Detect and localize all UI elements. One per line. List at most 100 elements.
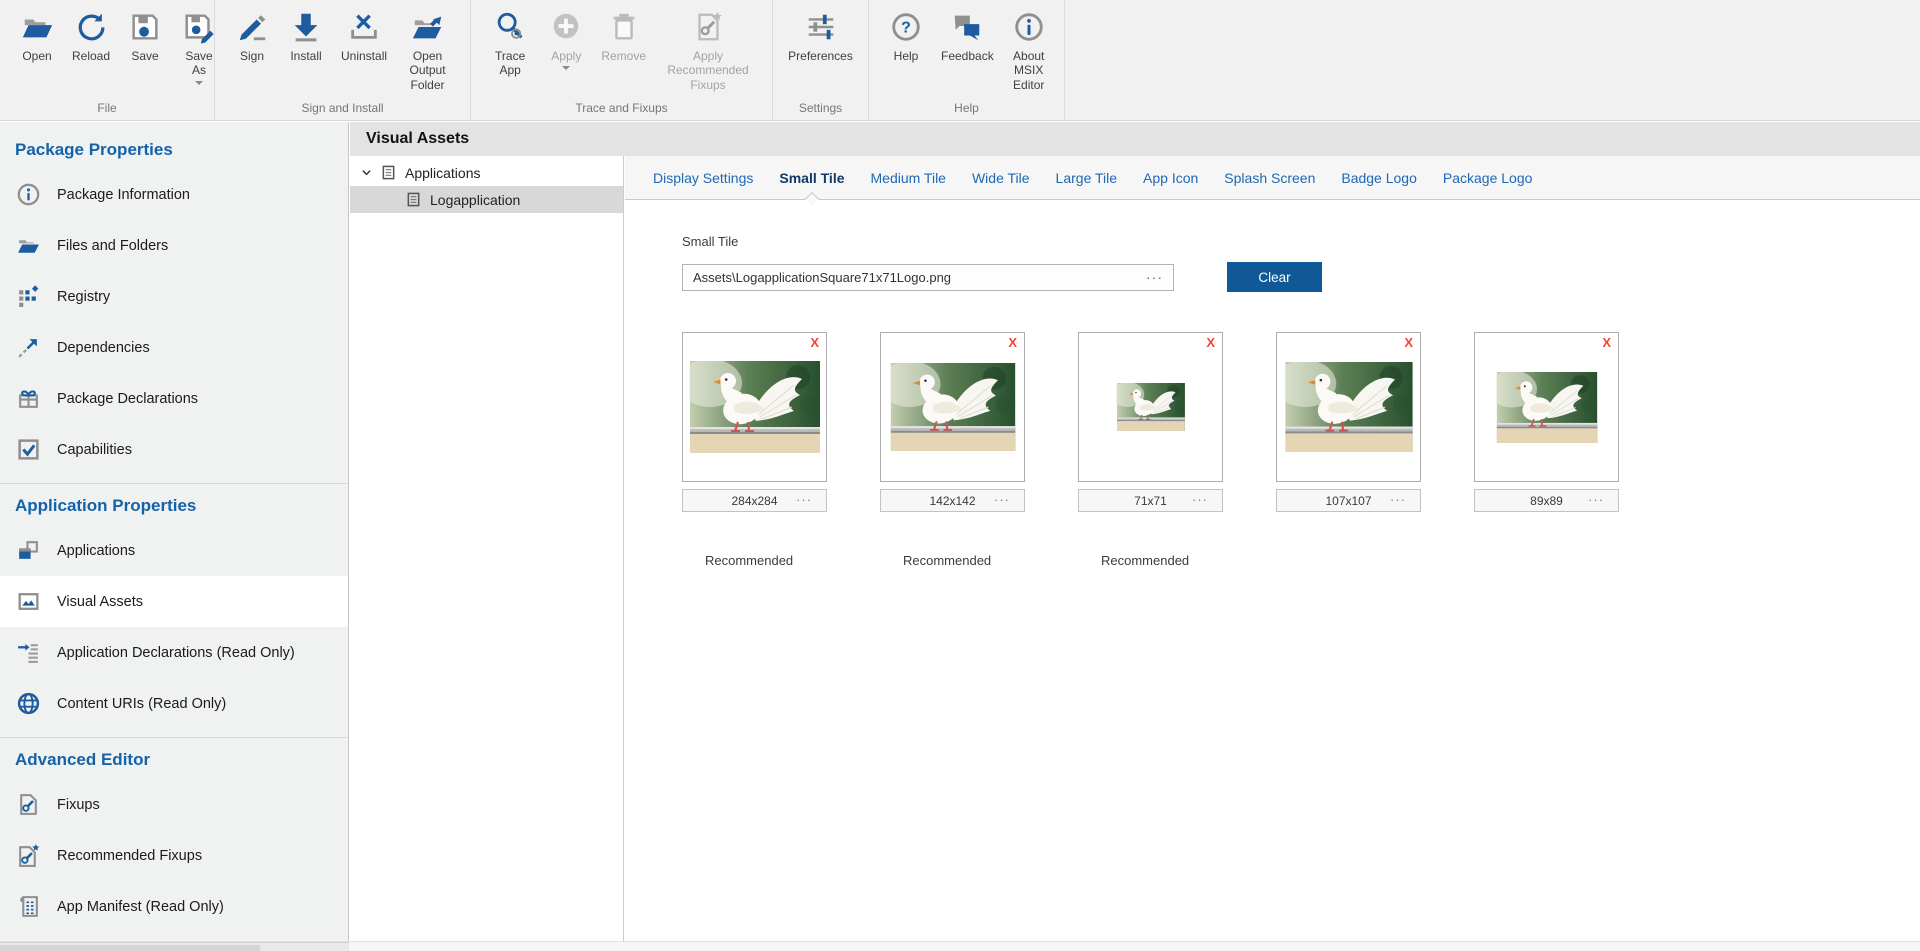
tile-ellipsis-button[interactable]: ···	[796, 492, 812, 507]
sidebar-item-package-declarations[interactable]: Package Declarations	[0, 373, 348, 424]
open-button[interactable]: Open	[10, 6, 64, 65]
sidebar-item-label: Package Declarations	[57, 391, 198, 407]
remove-trash-icon	[605, 8, 643, 46]
sidebar-item-label: App Manifest (Read Only)	[57, 899, 224, 915]
apply-dropdown-chevron-icon[interactable]	[562, 66, 570, 70]
sidebar-item-registry[interactable]: Registry	[0, 271, 348, 322]
small-tile-panel: Small Tile Assets\LogapplicationSquare71…	[625, 200, 1920, 570]
recommended-labels: Recommended Recommended Recommended	[682, 552, 1920, 570]
feedback-icon	[948, 8, 986, 46]
bottom-scrollbar-area	[0, 941, 1920, 951]
sidebar-item-label: Dependencies	[57, 340, 150, 356]
recommended-label: Recommended	[1078, 553, 1189, 568]
tree-node-applications[interactable]: Applications	[350, 159, 623, 186]
applications-icon	[15, 538, 41, 564]
dove-preview-image	[1285, 362, 1413, 452]
tab-package-logo[interactable]: Package Logo	[1443, 156, 1533, 199]
sidebar-heading-application-properties: Application Properties	[0, 486, 348, 525]
dove-preview-image	[1496, 372, 1598, 443]
scrollbar-thumb[interactable]	[0, 945, 260, 951]
feedback-button[interactable]: Feedback	[933, 6, 1002, 65]
tile-size-label: 142x142	[929, 494, 975, 508]
open-button-label: Open	[22, 49, 51, 63]
tile-image-card: X	[1474, 332, 1619, 482]
tile-size-box: 107x107 ···	[1276, 489, 1421, 512]
browse-ellipsis-button[interactable]: ···	[1146, 272, 1163, 282]
remove-asset-x-button[interactable]: X	[1008, 335, 1017, 350]
sidebar-item-label: Registry	[57, 289, 110, 305]
app-declarations-icon	[15, 640, 41, 666]
tab-badge-logo[interactable]: Badge Logo	[1341, 156, 1417, 199]
ribbon-group-settings: Preferences Settings	[773, 0, 869, 120]
install-icon	[287, 8, 325, 46]
visual-assets-icon	[15, 589, 41, 615]
content-uris-icon	[15, 691, 41, 717]
tab-wide-tile[interactable]: Wide Tile	[972, 156, 1030, 199]
remove-button[interactable]: Remove	[593, 6, 654, 65]
uninstall-button[interactable]: Uninstall	[333, 6, 395, 65]
tile-ellipsis-button[interactable]: ···	[1390, 492, 1406, 507]
sidebar-item-visual-assets[interactable]: Visual Assets	[0, 576, 348, 627]
install-button[interactable]: Install	[279, 6, 333, 65]
dependencies-icon	[15, 335, 41, 361]
sidebar-item-capabilities[interactable]: Capabilities	[0, 424, 348, 475]
remove-asset-x-button[interactable]: X	[1206, 335, 1215, 350]
sidebar-item-package-information[interactable]: Package Information	[0, 169, 348, 220]
tab-small-tile[interactable]: Small Tile	[779, 156, 844, 199]
tile-71x71: X 71x71 ···	[1078, 332, 1223, 512]
apply-recommended-fixups-button[interactable]: Apply Recommended Fixups	[654, 6, 762, 94]
sidebar-item-recommended-fixups[interactable]: Recommended Fixups	[0, 830, 348, 881]
uninstall-button-label: Uninstall	[341, 49, 387, 63]
app-manifest-icon	[15, 894, 41, 920]
sidebar-item-label: Package Information	[57, 187, 190, 203]
help-button[interactable]: ? Help	[879, 6, 933, 65]
remove-asset-x-button[interactable]: X	[1404, 335, 1413, 350]
open-output-folder-button[interactable]: Open Output Folder	[395, 6, 460, 94]
sidebar-heading-package-properties: Package Properties	[0, 130, 348, 169]
sidebar-item-label: Capabilities	[57, 442, 132, 458]
preferences-button[interactable]: Preferences	[780, 6, 861, 65]
sidebar-item-applications[interactable]: Applications	[0, 525, 348, 576]
remove-asset-x-button[interactable]: X	[810, 335, 819, 350]
tile-ellipsis-button[interactable]: ···	[994, 492, 1010, 507]
reload-button[interactable]: Reload	[64, 6, 118, 65]
clear-button[interactable]: Clear	[1227, 262, 1322, 292]
tile-size-box: 89x89 ···	[1474, 489, 1619, 512]
page-title: Visual Assets	[366, 130, 469, 148]
sidebar-item-application-declarations[interactable]: Application Declarations (Read Only)	[0, 627, 348, 678]
tab-medium-tile[interactable]: Medium Tile	[871, 156, 946, 199]
tab-splash-screen[interactable]: Splash Screen	[1224, 156, 1315, 199]
sidebar-horizontal-scrollbar[interactable]	[0, 942, 349, 951]
asset-path-value: Assets\LogapplicationSquare71x71Logo.png	[693, 270, 1146, 285]
reload-icon	[72, 8, 110, 46]
ribbon-group-sign-install-label: Sign and Install	[225, 99, 460, 118]
ribbon-group-sign-install: Sign Install Uninstall	[215, 0, 471, 120]
save-button[interactable]: Save	[118, 6, 172, 65]
asset-path-input[interactable]: Assets\LogapplicationSquare71x71Logo.png…	[682, 264, 1174, 291]
apply-button[interactable]: Apply	[539, 6, 593, 72]
sidebar-item-app-manifest[interactable]: App Manifest (Read Only)	[0, 881, 348, 932]
tab-app-icon[interactable]: App Icon	[1143, 156, 1198, 199]
recommended-label: Recommended	[682, 553, 793, 568]
sidebar-item-dependencies[interactable]: Dependencies	[0, 322, 348, 373]
chevron-down-icon[interactable]	[359, 166, 373, 180]
sidebar-item-files-and-folders[interactable]: Files and Folders	[0, 220, 348, 271]
save-as-dropdown-chevron-icon[interactable]	[195, 81, 203, 85]
tile-ellipsis-button[interactable]: ···	[1192, 492, 1208, 507]
tab-display-settings[interactable]: Display Settings	[653, 156, 753, 199]
sidebar-item-label: Files and Folders	[57, 238, 168, 254]
sign-button[interactable]: Sign	[225, 6, 279, 65]
tile-image-card: X	[682, 332, 827, 482]
trace-app-button[interactable]: Trace App	[481, 6, 539, 80]
tree-node-logapplication[interactable]: Logapplication	[350, 186, 623, 213]
tile-107x107: X 107x107 ···	[1276, 332, 1421, 512]
about-msix-editor-button[interactable]: About MSIX Editor	[1002, 6, 1056, 94]
remove-asset-x-button[interactable]: X	[1602, 335, 1611, 350]
tab-large-tile[interactable]: Large Tile	[1056, 156, 1117, 199]
sidebar-item-fixups[interactable]: Fixups	[0, 779, 348, 830]
sidebar-item-content-uris[interactable]: Content URIs (Read Only)	[0, 678, 348, 729]
tile-284x284: X 284x284 ···	[682, 332, 827, 512]
install-button-label: Install	[290, 49, 321, 63]
help-icon: ?	[887, 8, 925, 46]
tile-ellipsis-button[interactable]: ···	[1588, 492, 1604, 507]
